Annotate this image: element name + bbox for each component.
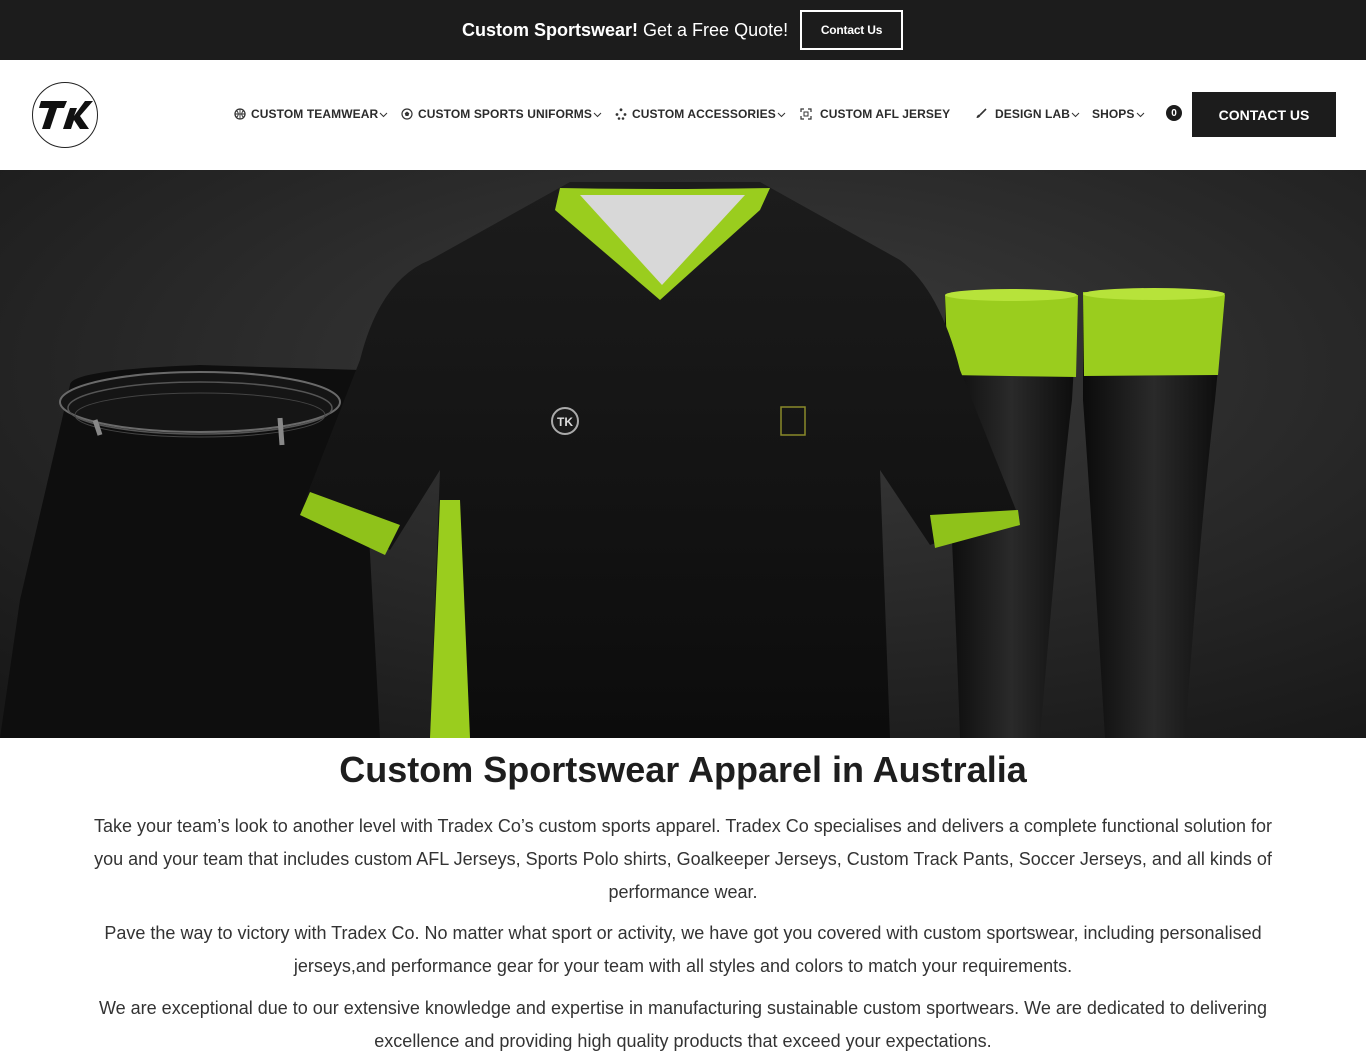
nav-custom-accessories[interactable]: CUSTOM ACCESSORIES xyxy=(615,106,786,122)
promo-text: Custom Sportswear! Get a Free Quote! xyxy=(462,19,788,41)
nav-shops[interactable]: SHOPS xyxy=(1092,106,1145,122)
nav-label: CUSTOM ACCESSORIES xyxy=(632,107,776,121)
nav-label: SHOPS xyxy=(1092,107,1135,121)
nav-custom-teamwear[interactable]: CUSTOM TEAMWEAR xyxy=(234,106,388,122)
nav-custom-sports-uniforms[interactable]: CUSTOM SPORTS UNIFORMS xyxy=(401,106,602,122)
nav-label: CUSTOM TEAMWEAR xyxy=(251,107,379,121)
brush-icon xyxy=(975,108,987,120)
chevron-down-icon xyxy=(1071,110,1080,119)
cart-count-badge[interactable]: 0 xyxy=(1166,105,1182,121)
ball-icon xyxy=(234,108,246,120)
intro-paragraph-2: Pave the way to victory with Tradex Co. … xyxy=(104,923,1262,976)
promo-bold: Custom Sportswear! xyxy=(462,20,639,40)
brand-logo[interactable] xyxy=(32,82,98,148)
page-headline: Custom Sportswear Apparel in Australia xyxy=(339,749,1027,790)
soccer-icon xyxy=(401,108,413,120)
promo-bar: Custom Sportswear! Get a Free Quote! Con… xyxy=(0,0,1366,60)
chevron-down-icon xyxy=(379,110,388,119)
chevron-down-icon xyxy=(777,110,786,119)
nav-design-lab[interactable]: DESIGN LAB xyxy=(975,106,1080,122)
tk-logo-icon xyxy=(39,101,93,129)
chevron-down-icon xyxy=(1136,110,1145,119)
chevron-down-icon xyxy=(593,110,602,119)
frame-icon xyxy=(800,108,812,120)
promo-rest: Get a Free Quote! xyxy=(638,20,789,40)
intro-paragraph-3: We are exceptional due to our extensive … xyxy=(98,998,1267,1051)
nav-label: CUSTOM AFL JERSEY xyxy=(820,107,951,121)
promo-contact-button[interactable]: Contact Us xyxy=(800,10,903,50)
svg-text:TK: TK xyxy=(557,415,573,429)
nav-custom-afl-jersey[interactable]: CUSTOM AFL JERSEY xyxy=(800,106,950,122)
site-header: CUSTOM TEAMWEAR CUSTOM SPORTS UNIFORMS C… xyxy=(0,60,1366,170)
uniform-illustration: TK xyxy=(0,170,1366,738)
nav-label: CUSTOM SPORTS UNIFORMS xyxy=(418,107,592,121)
intro-paragraph-1: Take your team’s look to another level w… xyxy=(94,816,1272,902)
sparkle-icon xyxy=(615,108,627,120)
hero-image: TK xyxy=(0,170,1366,738)
header-contact-button[interactable]: CONTACT US xyxy=(1192,92,1336,137)
nav-label: DESIGN LAB xyxy=(995,107,1071,121)
